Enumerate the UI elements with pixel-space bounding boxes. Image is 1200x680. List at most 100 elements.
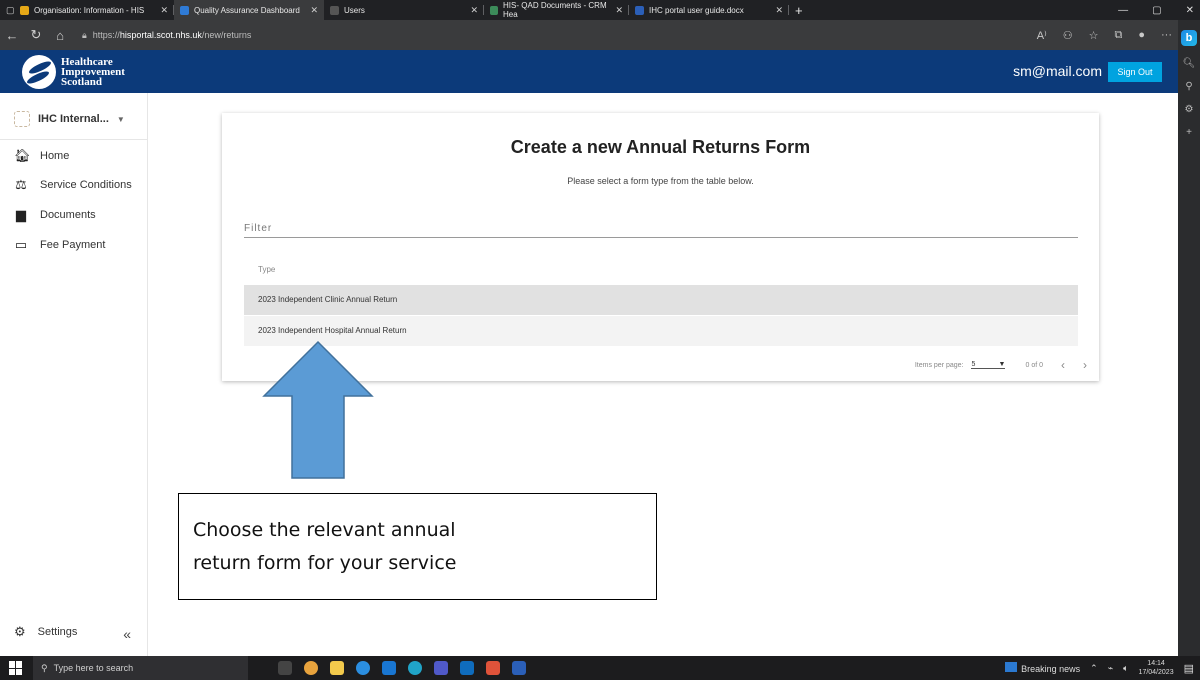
restore-icon[interactable]: ▢ bbox=[1152, 5, 1161, 16]
document-icon: ▆ bbox=[16, 207, 26, 222]
user-email: sm@mail.com bbox=[1013, 63, 1102, 79]
organisation-logo-icon bbox=[14, 111, 30, 127]
taskbar-apps bbox=[278, 661, 526, 675]
sidebar-item-settings[interactable]: ⚙ Settings bbox=[14, 624, 77, 640]
volume-icon[interactable]: 🔈︎ bbox=[1123, 663, 1128, 674]
sidebar-item-label: Service Conditions bbox=[40, 179, 132, 191]
teams-icon[interactable] bbox=[434, 661, 448, 675]
close-icon[interactable]: ✕ bbox=[775, 5, 783, 16]
news-icon bbox=[1005, 662, 1018, 672]
tools-icon[interactable]: ⚙ bbox=[1178, 104, 1200, 115]
organisation-selector[interactable]: IHC Internal... ▼ bbox=[14, 111, 125, 127]
callout-text: return form for your service bbox=[193, 552, 457, 574]
profile-icon[interactable]: ● bbox=[1138, 29, 1145, 41]
tray-chevron-icon[interactable]: ⌃ bbox=[1090, 663, 1098, 674]
home-browser-icon[interactable]: ⌂ bbox=[48, 28, 72, 43]
more-icon[interactable]: ··· bbox=[1161, 29, 1172, 41]
divider bbox=[0, 139, 148, 140]
collections-icon[interactable]: ⧉ bbox=[1114, 29, 1122, 42]
his-logo[interactable]: Healthcare Improvement Scotland bbox=[22, 54, 125, 89]
edge-icon[interactable] bbox=[408, 661, 422, 675]
tab-label: Organisation: Information - HIS bbox=[34, 5, 145, 15]
network-icon[interactable]: ⌁ bbox=[1108, 663, 1113, 674]
brave-icon[interactable] bbox=[486, 661, 500, 675]
page-range-label: 0 of 0 bbox=[1025, 361, 1043, 369]
collapse-sidebar-icon[interactable]: « bbox=[123, 626, 131, 642]
sidebar-item-documents[interactable]: ▆ Documents bbox=[14, 207, 96, 223]
close-window-icon[interactable]: ✕ bbox=[1186, 5, 1194, 16]
word-icon[interactable] bbox=[512, 661, 526, 675]
tab-label: IHC portal user guide.docx bbox=[649, 5, 744, 15]
gear-icon: ⚙ bbox=[14, 624, 26, 639]
table-row[interactable]: 2023 Independent Clinic Annual Return bbox=[244, 285, 1078, 315]
items-per-page-select[interactable]: 5 ▼ bbox=[971, 361, 1006, 369]
sidebar-item-label: Home bbox=[40, 150, 70, 162]
tab-favicon-icon bbox=[490, 5, 499, 15]
read-aloud-icon[interactable]: A⁾ bbox=[1037, 29, 1047, 42]
tab-favicon-icon bbox=[20, 5, 29, 15]
sidebar-item-service-conditions[interactable]: ⚖ Service Conditions bbox=[14, 177, 132, 193]
paginator: Items per page: 5 ▼ 0 of 0 ‹ › bbox=[915, 358, 1087, 372]
bing-icon[interactable]: b bbox=[1181, 30, 1197, 46]
sidebar-item-label: Documents bbox=[40, 209, 96, 221]
tab-favicon-icon bbox=[180, 5, 189, 15]
outlook-icon[interactable] bbox=[382, 661, 396, 675]
browser-tab-users[interactable]: Users ✕ bbox=[324, 0, 484, 20]
home-icon: 🏠︎ bbox=[14, 148, 31, 163]
tab-label: HIS- QAD Documents - CRM Hea bbox=[503, 1, 607, 19]
page-subtitle: Please select a form type from the table… bbox=[567, 176, 754, 186]
page-title: Create a new Annual Returns Form bbox=[510, 137, 811, 157]
annotation-arrow bbox=[262, 340, 374, 479]
notifications-icon[interactable]: ▤ bbox=[1184, 662, 1194, 675]
browser-tab-bar: ▢ Organisation: Information - HIS ✕ Qual… bbox=[0, 0, 1200, 20]
shopping-icon[interactable]: ⚲ bbox=[1178, 81, 1200, 92]
new-tab-button[interactable]: + bbox=[789, 0, 809, 20]
close-icon[interactable]: ✕ bbox=[160, 5, 168, 16]
logo-icon bbox=[22, 54, 56, 89]
logo-text-line: Improvement bbox=[61, 65, 125, 78]
next-page-icon[interactable]: › bbox=[1083, 358, 1087, 372]
browser-tab-user-guide[interactable]: IHC portal user guide.docx ✕ bbox=[629, 0, 789, 20]
file-explorer-icon[interactable] bbox=[330, 661, 344, 675]
browser-tab-organisation[interactable]: Organisation: Information - HIS ✕ bbox=[14, 0, 174, 20]
outlook-app-icon[interactable] bbox=[460, 661, 474, 675]
sidebar-item-label: Settings bbox=[37, 626, 78, 638]
chrome-icon[interactable] bbox=[304, 661, 318, 675]
sign-out-button[interactable]: Sign Out bbox=[1108, 62, 1162, 82]
previous-page-icon[interactable]: ‹ bbox=[1061, 358, 1065, 372]
close-icon[interactable]: ✕ bbox=[310, 5, 318, 16]
refresh-icon[interactable]: ↻ bbox=[24, 27, 48, 43]
filter-input[interactable]: Filter bbox=[244, 223, 272, 234]
clock[interactable]: 14:14 17/04/2023 bbox=[1139, 659, 1174, 677]
favorites-icon[interactable]: ☆ bbox=[1089, 29, 1099, 42]
close-icon[interactable]: ✕ bbox=[615, 5, 623, 16]
browser-toolbar: A⁾ ⚇ ☆ ⧉ ● ··· bbox=[1037, 20, 1172, 50]
chevron-down-icon: ▼ bbox=[116, 114, 125, 124]
internet-explorer-icon[interactable] bbox=[356, 661, 370, 675]
tab-favicon-icon bbox=[330, 5, 339, 15]
windows-start-icon[interactable] bbox=[9, 661, 23, 675]
search-icon[interactable]: 🔍︎ bbox=[1178, 58, 1200, 69]
tab-actions-button[interactable]: ▢ bbox=[0, 0, 15, 20]
url-field[interactable]: 🔒︎ https://hisportal.scot.nhs.uk/new/ret… bbox=[82, 30, 251, 41]
news-widget[interactable]: Breaking news bbox=[1005, 662, 1080, 674]
callout-text: Choose the relevant annual bbox=[193, 519, 456, 541]
add-icon[interactable]: + bbox=[1178, 127, 1200, 138]
tab-label: Users bbox=[344, 5, 365, 15]
sidebar-item-label: Fee Payment bbox=[40, 239, 106, 251]
sidebar-item-fee-payment[interactable]: ▭ Fee Payment bbox=[14, 237, 106, 253]
tab-favicon-icon bbox=[635, 5, 644, 15]
search-icon: ⚲ bbox=[41, 662, 48, 673]
taskbar-search-input[interactable]: ⚲ Type here to search bbox=[33, 656, 248, 680]
logo-text-line: Scotland bbox=[61, 75, 102, 88]
sidebar-item-home[interactable]: 🏠︎ Home bbox=[14, 148, 69, 164]
task-view-icon[interactable] bbox=[278, 661, 292, 675]
browser-tab-qad-documents[interactable]: HIS- QAD Documents - CRM Hea ✕ bbox=[484, 0, 629, 20]
back-icon[interactable]: ← bbox=[0, 28, 24, 43]
minimize-icon[interactable]: — bbox=[1118, 5, 1128, 16]
window-controls: — ▢ ✕ bbox=[1118, 0, 1194, 20]
browser-tab-dashboard[interactable]: Quality Assurance Dashboard ✕ bbox=[174, 0, 324, 20]
extensions-icon[interactable]: ⚇ bbox=[1063, 29, 1073, 42]
column-header-type[interactable]: Type bbox=[258, 265, 275, 274]
close-icon[interactable]: ✕ bbox=[470, 5, 478, 16]
